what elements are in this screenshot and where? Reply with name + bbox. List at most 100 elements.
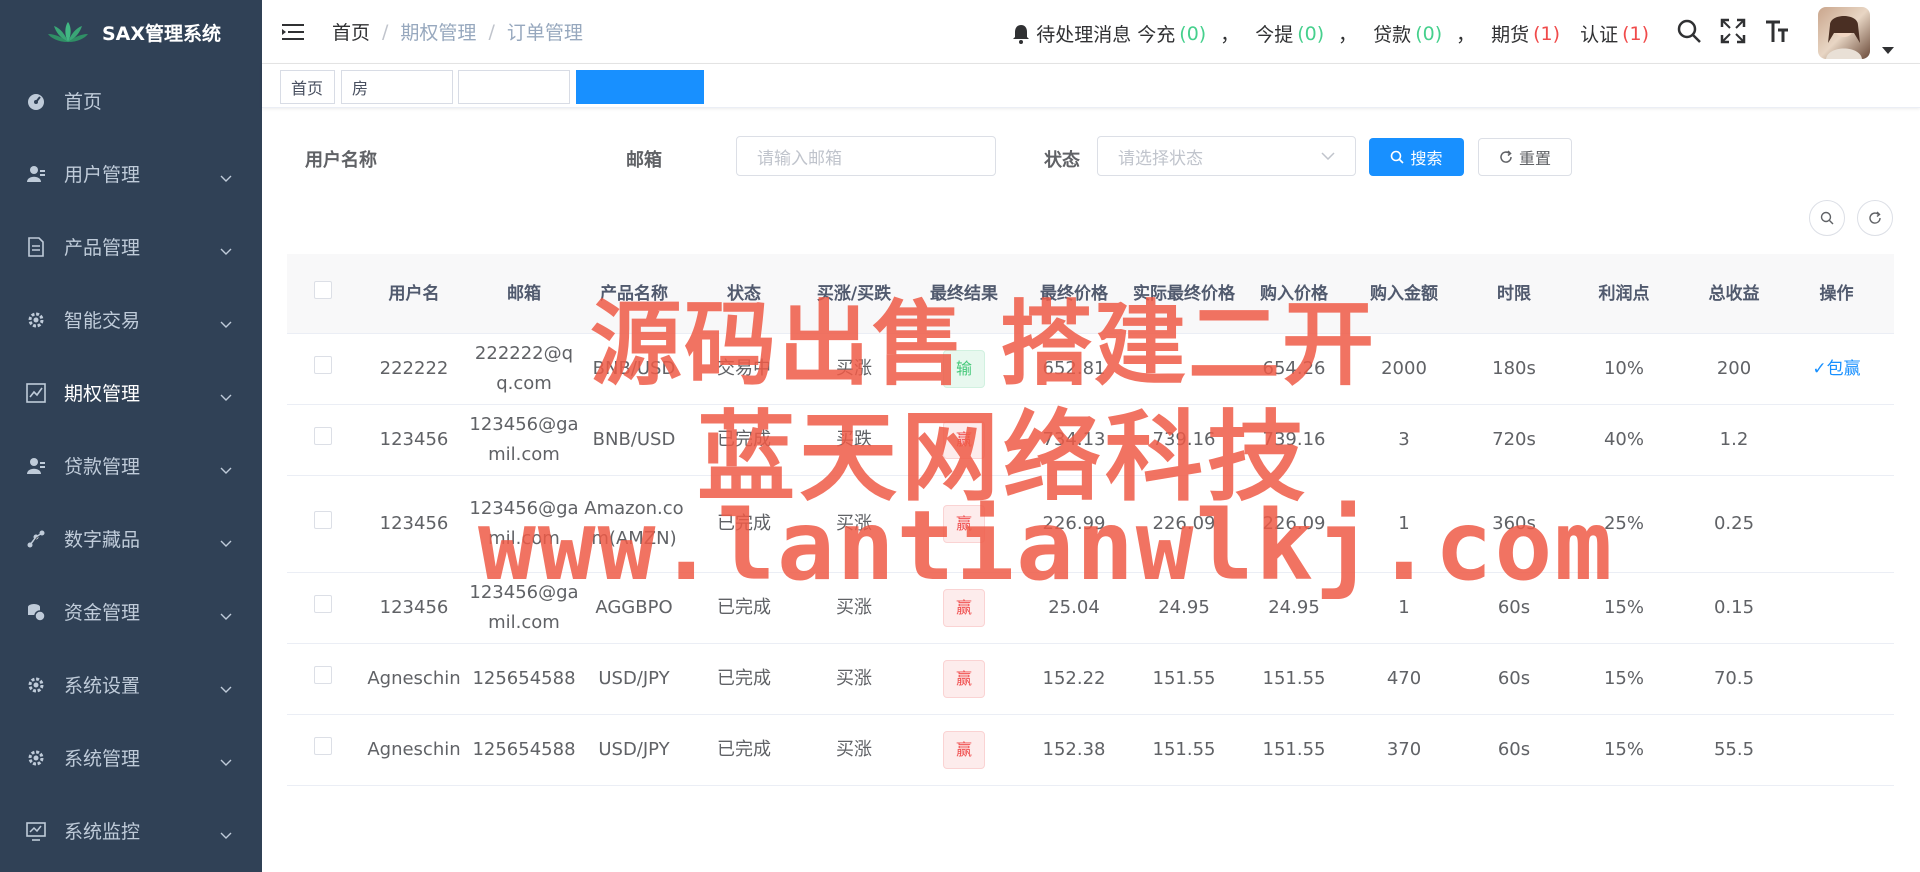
- auth-count[interactable]: (1): [1622, 23, 1649, 45]
- table-header: 用户名 邮箱 产品名称 状态 买涨/买跌 最终结果 最终价格 实际最终价格 购入价格 购入金额 时限…: [287, 254, 1894, 334]
- loan-count[interactable]: (0): [1415, 23, 1442, 45]
- recharge-label[interactable]: 今充: [1137, 20, 1175, 47]
- cell-profit: 10%: [1603, 358, 1644, 379]
- sidebar-item-10[interactable]: 系统监控: [0, 794, 262, 867]
- sidebar-item-2[interactable]: 产品管理: [0, 210, 262, 283]
- refresh-table-button[interactable]: [1857, 200, 1893, 236]
- user-icon: [26, 164, 46, 184]
- caret-down-icon[interactable]: [1882, 40, 1894, 60]
- auth-label[interactable]: 认证: [1580, 20, 1618, 47]
- monitor-icon: [26, 821, 46, 841]
- money-icon: [26, 602, 46, 622]
- cell-amount: 2000: [1381, 358, 1427, 379]
- row-checkbox[interactable]: [314, 666, 332, 684]
- sidebar-item-7[interactable]: 资金管理: [0, 575, 262, 648]
- cell-period: 180s: [1492, 358, 1536, 379]
- search-button[interactable]: 搜索: [1369, 138, 1464, 176]
- cell-status: 已完成: [717, 739, 771, 760]
- row-checkbox[interactable]: [314, 595, 332, 613]
- nodes-icon: [26, 529, 46, 549]
- avatar[interactable]: [1818, 7, 1870, 59]
- sidebar-item-5[interactable]: 贷款管理: [0, 429, 262, 502]
- row-checkbox[interactable]: [314, 427, 332, 445]
- status-label: 状态: [1044, 150, 1080, 171]
- fullscreen-icon[interactable]: [1720, 18, 1746, 49]
- user-icon: [26, 456, 46, 476]
- cell-email: 123456@gamil.com: [469, 414, 579, 465]
- column-header: 操作: [1819, 283, 1854, 304]
- cell-buy: 739.16: [1262, 429, 1326, 450]
- cell-final: 226.99: [1042, 513, 1106, 534]
- sidebar-item-9[interactable]: 系统管理: [0, 721, 262, 794]
- withdraw-label[interactable]: 今提: [1255, 20, 1293, 47]
- sidebar-item-1[interactable]: 用户管理: [0, 137, 262, 210]
- chevron-down-icon: [220, 166, 232, 188]
- cell-user: 123456: [379, 429, 449, 450]
- guarantee-win-link[interactable]: ✓包赢: [1812, 359, 1860, 379]
- table-row[interactable]: Agneschin 125654588 USD/JPY 已完成 买涨 赢 152.22 151…: [287, 644, 1894, 715]
- breadcrumb-separator: /: [382, 20, 389, 43]
- chevron-down-icon: [220, 677, 232, 699]
- row-checkbox[interactable]: [314, 511, 332, 529]
- row-checkbox[interactable]: [314, 737, 332, 755]
- table-row[interactable]: 123456 123456@gamil.com AGGBPO 已完成 买涨 赢 25.04 2…: [287, 573, 1894, 644]
- sidebar-item-8[interactable]: 系统设置: [0, 648, 262, 721]
- tag-active[interactable]: [576, 70, 704, 104]
- table-row[interactable]: Agneschin 125654588 USD/JPY 已完成 买涨 赢 152.38 151…: [287, 715, 1894, 786]
- tag-home[interactable]: 首页: [280, 70, 335, 104]
- column-header: 邮箱: [507, 283, 541, 304]
- sidebar-item-6[interactable]: 数字藏品: [0, 502, 262, 575]
- tag-third[interactable]: [458, 70, 570, 104]
- cell-final: 152.22: [1042, 668, 1106, 689]
- lotus-icon: [48, 22, 88, 42]
- email-input[interactable]: 请输入邮箱: [736, 136, 996, 176]
- cell-total: 1.2: [1719, 429, 1749, 450]
- futures-count[interactable]: (1): [1533, 23, 1560, 45]
- column-header: 状态: [727, 283, 761, 304]
- sidebar-item-4[interactable]: 期权管理: [0, 356, 262, 429]
- app-logo[interactable]: SAX管理系统: [0, 0, 262, 64]
- breadcrumb-options[interactable]: 期权管理: [400, 18, 476, 45]
- breadcrumb-home[interactable]: 首页: [332, 18, 370, 45]
- status-select[interactable]: 请选择状态: [1097, 136, 1356, 176]
- gear-icon: [26, 310, 46, 330]
- cell-total: 200: [1716, 358, 1752, 379]
- table-row[interactable]: 123456 123456@gamil.com BNB/USD 已完成 买跌 赢 734.1…: [287, 405, 1894, 476]
- table-row[interactable]: 222222 222222@qq.com BNB/USD 交易中 买涨 输 652.81 65…: [287, 334, 1894, 405]
- recharge-count[interactable]: (0): [1179, 23, 1206, 45]
- column-header: 时限: [1497, 283, 1531, 304]
- sidebar-item-3[interactable]: 智能交易: [0, 283, 262, 356]
- cell-amount: 470: [1386, 668, 1422, 689]
- cell-actual: 151.55: [1152, 739, 1216, 760]
- cell-total: 55.5: [1713, 739, 1755, 760]
- reset-button[interactable]: 重置: [1478, 138, 1572, 176]
- tag-second[interactable]: 房: [341, 70, 453, 104]
- sidebar-item-label: 首页: [64, 91, 103, 113]
- column-header: 总收益: [1708, 283, 1760, 304]
- withdraw-count[interactable]: (0): [1297, 23, 1324, 45]
- sidebar-item-label: 系统设置: [64, 675, 141, 697]
- toggle-search-button[interactable]: [1809, 200, 1845, 236]
- cell-final: 152.38: [1042, 739, 1106, 760]
- futures-label[interactable]: 期货: [1491, 20, 1529, 47]
- cell-email: 125654588: [472, 668, 576, 689]
- loan-label[interactable]: 贷款: [1373, 20, 1411, 47]
- cell-status: 已完成: [717, 513, 771, 534]
- table-row[interactable]: 123456 123456@gamil.com Amazon.com(AMZN) 已完…: [287, 476, 1894, 573]
- app-title: SAX管理系统: [102, 22, 222, 45]
- cell-status: 已完成: [717, 597, 771, 618]
- dashboard-icon: [26, 91, 46, 111]
- sidebar-item-0[interactable]: 首页: [0, 64, 262, 137]
- search-icon[interactable]: [1676, 18, 1702, 49]
- chevron-down-icon: [220, 239, 232, 261]
- cell-email: 123456@gamil.com: [469, 582, 579, 633]
- hamburger-icon[interactable]: [282, 22, 304, 42]
- sidebar: SAX管理系统 首页用户管理 产品管理 智能交易 期权管理 贷款管理 数字藏品 资金管理系统…: [0, 0, 262, 872]
- font-size-icon[interactable]: [1764, 18, 1790, 49]
- column-header: 利润点: [1598, 283, 1650, 304]
- cell-profit: 15%: [1603, 739, 1644, 760]
- select-all-checkbox[interactable]: [314, 281, 332, 299]
- row-checkbox[interactable]: [314, 356, 332, 374]
- chevron-down-icon: [220, 531, 232, 553]
- cell-dir: 买涨: [836, 513, 872, 534]
